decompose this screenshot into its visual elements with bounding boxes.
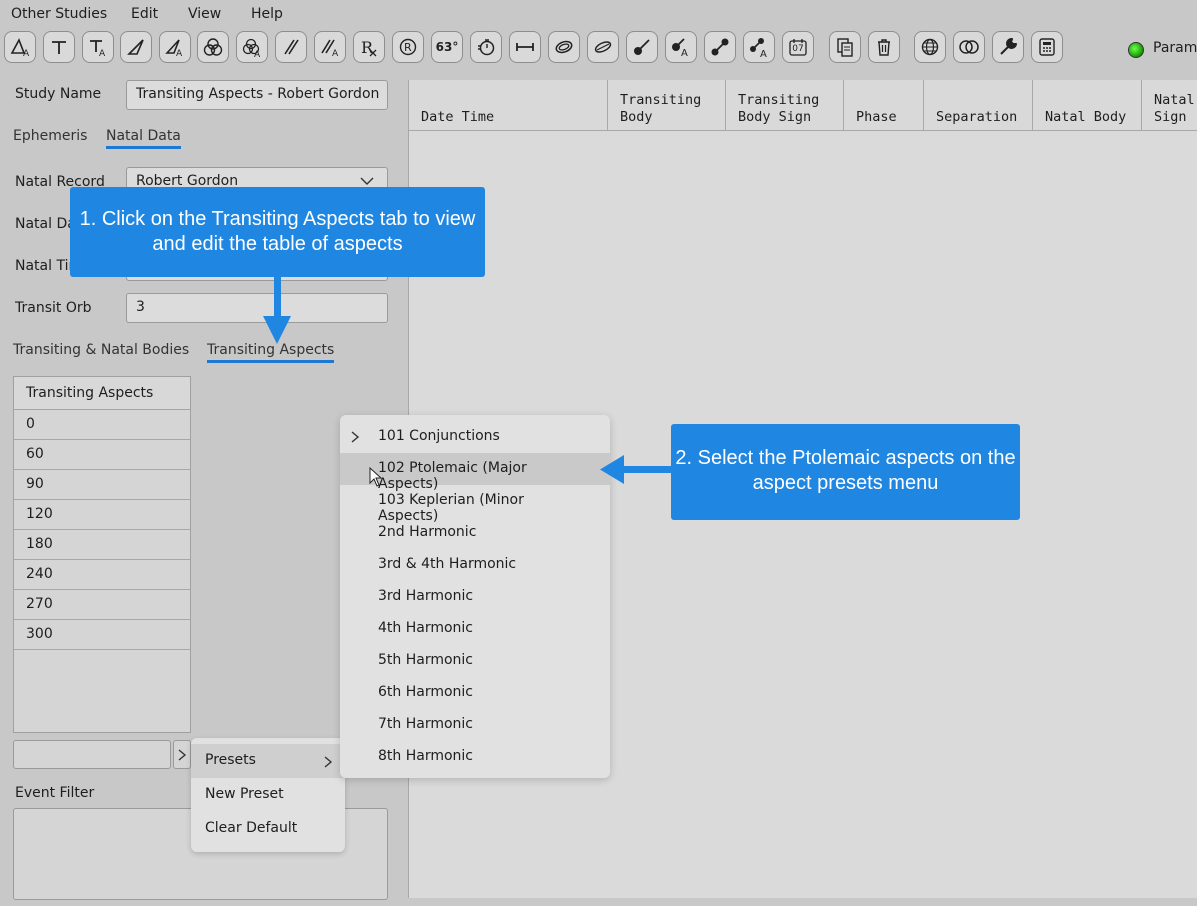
- preset-item[interactable]: 8th Harmonic: [340, 741, 610, 773]
- callout-arrow-left-icon: [600, 455, 672, 484]
- results-table-header: Date Time Transiting Body Transiting Bod…: [409, 80, 1197, 131]
- toolbar: A A A A A R R 63° A A 07 Parame: [0, 30, 1197, 68]
- three-circles-icon[interactable]: [197, 31, 229, 63]
- column-header-transiting-body[interactable]: Transiting Body: [608, 80, 726, 130]
- parallel-icon[interactable]: [275, 31, 307, 63]
- tab-natal-data[interactable]: Natal Data: [106, 128, 181, 149]
- parallel-a-icon[interactable]: A: [314, 31, 346, 63]
- column-header-phase[interactable]: Phase: [844, 80, 924, 130]
- svg-text:A: A: [99, 49, 106, 58]
- preset-item[interactable]: 101 Conjunctions: [340, 421, 610, 453]
- table-row[interactable]: 270: [14, 590, 190, 620]
- tab-transiting-natal-bodies[interactable]: Transiting & Natal Bodies: [13, 342, 189, 358]
- preset-item[interactable]: 3rd Harmonic: [340, 581, 610, 613]
- svg-text:A: A: [176, 49, 183, 58]
- column-header-transiting-body-sign[interactable]: Transiting Body Sign: [726, 80, 844, 130]
- eclipse-icon[interactable]: [548, 31, 580, 63]
- study-name-label: Study Name: [15, 86, 102, 102]
- chevron-right-icon: [324, 756, 333, 768]
- preset-item[interactable]: 4th Harmonic: [340, 613, 610, 645]
- callout-arrow-down-icon: [263, 276, 291, 344]
- table-row[interactable]: 120: [14, 500, 190, 530]
- retrograde-icon[interactable]: R: [353, 31, 385, 63]
- study-name-input[interactable]: Transiting Aspects - Robert Gordon: [126, 80, 388, 110]
- svg-text:A: A: [23, 49, 30, 58]
- triangle-a-icon[interactable]: A: [4, 31, 36, 63]
- table-row[interactable]: 180: [14, 530, 190, 560]
- menu-other-studies[interactable]: Other Studies: [11, 6, 107, 22]
- svg-text:R: R: [404, 41, 412, 54]
- t-square-icon[interactable]: [43, 31, 75, 63]
- menu-item-presets-label: Presets: [205, 752, 256, 768]
- preset-name-input[interactable]: [13, 740, 171, 769]
- event-filter-label: Event Filter: [15, 785, 95, 801]
- svg-text:A: A: [332, 49, 339, 58]
- menu-edit[interactable]: Edit: [131, 6, 158, 22]
- natal-date-label: Natal Da: [15, 216, 76, 232]
- menu-item-clear-default[interactable]: Clear Default: [191, 812, 345, 846]
- table-row[interactable]: 240: [14, 560, 190, 590]
- t-square-a-icon[interactable]: A: [82, 31, 114, 63]
- stopwatch-icon[interactable]: [470, 31, 502, 63]
- trine-icon[interactable]: [120, 31, 152, 63]
- table-row[interactable]: 300: [14, 620, 190, 650]
- status-indicator-icon: [1128, 42, 1144, 58]
- preset-item[interactable]: 3rd & 4th Harmonic: [340, 549, 610, 581]
- column-header-separation[interactable]: Separation: [924, 80, 1033, 130]
- venn-icon[interactable]: [953, 31, 985, 63]
- span-icon[interactable]: [509, 31, 541, 63]
- presets-context-menu: Presets New Preset Clear Default: [191, 738, 345, 852]
- body-line-icon[interactable]: [626, 31, 658, 63]
- tab-ephemeris[interactable]: Ephemeris: [13, 128, 87, 144]
- transit-orb-label: Transit Orb: [15, 300, 92, 316]
- table-row[interactable]: 0: [14, 410, 190, 440]
- preset-item[interactable]: 5th Harmonic: [340, 645, 610, 677]
- calendar-icon[interactable]: 07: [782, 31, 814, 63]
- presets-menu-button[interactable]: [173, 740, 191, 769]
- trine-a-icon[interactable]: A: [159, 31, 191, 63]
- table-row[interactable]: 90: [14, 470, 190, 500]
- aspects-table-header: Transiting Aspects: [14, 377, 190, 410]
- transit-orb-input[interactable]: 3: [126, 293, 388, 323]
- orbit-icon[interactable]: [587, 31, 619, 63]
- natal-time-label: Natal Tin: [15, 258, 78, 274]
- preset-item[interactable]: 2nd Harmonic: [340, 517, 610, 549]
- column-header-natal-body[interactable]: Natal Body: [1033, 80, 1142, 130]
- preset-item-label: 101 Conjunctions: [378, 428, 500, 444]
- column-header-natal-sign[interactable]: Natal Sign: [1142, 80, 1197, 130]
- degree-label: 63°: [435, 40, 459, 54]
- menu-help[interactable]: Help: [251, 6, 283, 22]
- calendar-date-label: 07: [792, 44, 804, 54]
- params-label[interactable]: Parame: [1153, 40, 1197, 56]
- degree-button[interactable]: 63°: [431, 31, 463, 63]
- chevron-right-icon: [351, 431, 360, 443]
- svg-text:A: A: [681, 48, 688, 58]
- preset-item[interactable]: 103 Keplerian (Minor Aspects): [340, 485, 610, 524]
- globe-icon[interactable]: [914, 31, 946, 63]
- two-bodies-icon[interactable]: [704, 31, 736, 63]
- menu-item-presets[interactable]: Presets: [191, 744, 345, 778]
- calculator-icon[interactable]: [1031, 31, 1063, 63]
- callout-step-2: 2. Select the Ptolemaic aspects on the a…: [671, 424, 1020, 520]
- menu-item-new-preset[interactable]: New Preset: [191, 778, 345, 812]
- wrench-icon[interactable]: [992, 31, 1024, 63]
- mouse-cursor-icon: [369, 467, 383, 487]
- svg-text:A: A: [760, 49, 767, 58]
- preset-item[interactable]: 6th Harmonic: [340, 677, 610, 709]
- menu-bar: Other Studies Edit View Help: [0, 0, 1197, 28]
- menu-view[interactable]: View: [188, 6, 221, 22]
- callout-step-1: 1. Click on the Transiting Aspects tab t…: [70, 187, 485, 277]
- body-a-icon[interactable]: A: [665, 31, 697, 63]
- chevron-right-icon: [178, 748, 187, 761]
- table-row[interactable]: 60: [14, 440, 190, 470]
- two-bodies-a-icon[interactable]: A: [743, 31, 775, 63]
- three-circles-a-icon[interactable]: A: [236, 31, 268, 63]
- copy-icon[interactable]: [829, 31, 861, 63]
- trash-icon[interactable]: [868, 31, 900, 63]
- registered-r-icon[interactable]: R: [392, 31, 424, 63]
- column-header-date-time[interactable]: Date Time: [409, 80, 608, 130]
- preset-item[interactable]: 7th Harmonic: [340, 709, 610, 741]
- svg-text:A: A: [254, 50, 261, 58]
- aspects-table: Transiting Aspects 0 60 90 120 180 240 2…: [13, 376, 191, 733]
